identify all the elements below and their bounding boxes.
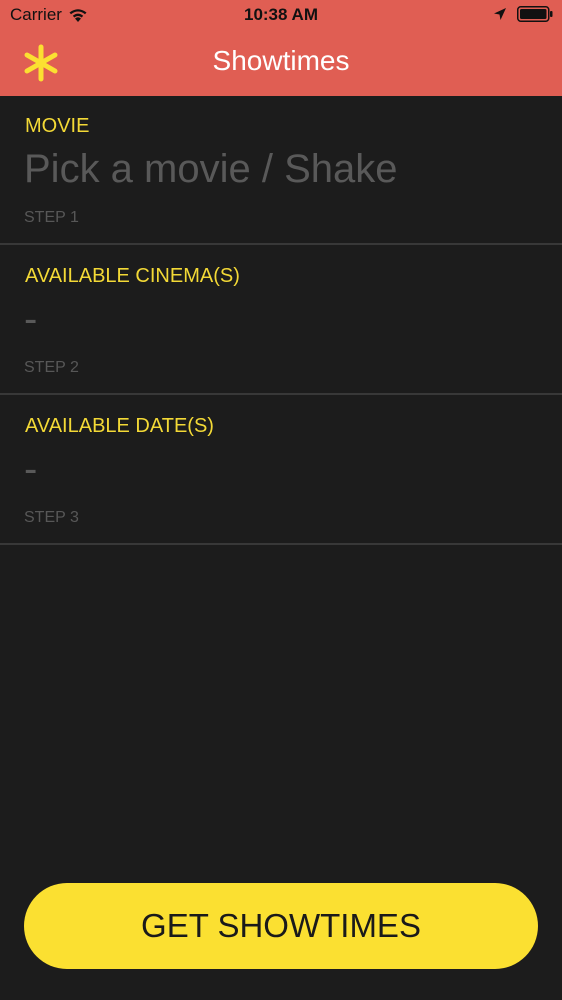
cinema-label: AVAILABLE CINEMA(S) [25, 265, 240, 287]
battery-icon [517, 6, 553, 22]
header: Carrier 10:38 AM Showtimes [0, 0, 562, 96]
step-2-label: STEP 2 [24, 359, 79, 376]
status-right [493, 6, 553, 22]
date-section[interactable]: AVAILABLE DATE(S) - STEP 3 [0, 396, 562, 545]
cinema-section[interactable]: AVAILABLE CINEMA(S) - STEP 2 [0, 246, 562, 395]
page-title: Showtimes [212, 45, 350, 76]
movie-label: MOVIE [25, 115, 90, 137]
showtimes-screen: Carrier 10:38 AM Showtimes MOVIE Pick a … [0, 0, 562, 1000]
get-showtimes-button[interactable]: GET SHOWTIMES [24, 883, 538, 969]
step-3-label: STEP 3 [24, 509, 79, 526]
location-arrow-icon [494, 8, 506, 20]
status-bar: Carrier 10:38 AM [0, 0, 562, 32]
date-label: AVAILABLE DATE(S) [25, 415, 214, 437]
cinema-picker-value[interactable]: - [24, 296, 37, 342]
step-1-label: STEP 1 [24, 209, 79, 226]
movie-picker-value[interactable]: Pick a movie / Shake [24, 146, 398, 192]
movie-section[interactable]: MOVIE Pick a movie / Shake STEP 1 [0, 96, 562, 245]
date-picker-value[interactable]: - [24, 446, 37, 492]
status-time: 10:38 AM [243, 5, 318, 24]
